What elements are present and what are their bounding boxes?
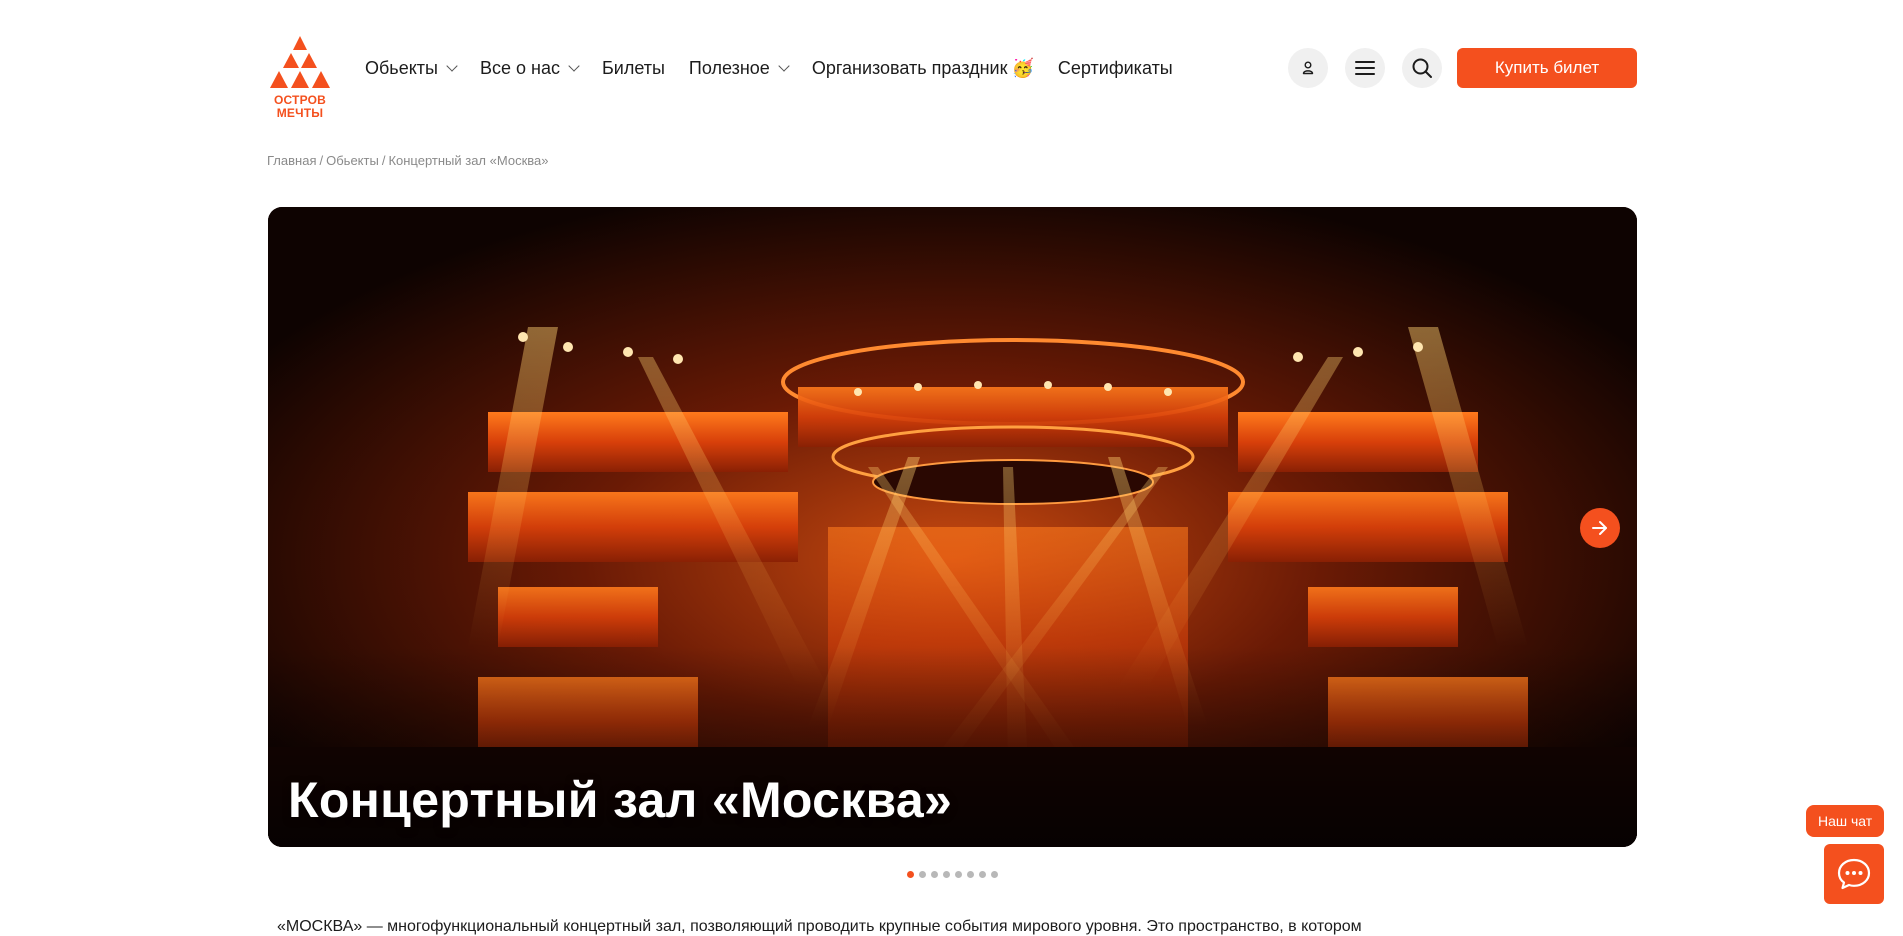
chevron-down-icon xyxy=(568,59,580,72)
triangles-logo-icon xyxy=(270,36,330,88)
menu-icon xyxy=(1355,61,1375,75)
buy-ticket-button[interactable]: Купить билет xyxy=(1457,48,1637,88)
chevron-down-icon xyxy=(446,59,458,72)
party-face-icon: 🥳 xyxy=(1011,57,1034,78)
breadcrumb-separator: / xyxy=(381,153,386,168)
slider-dot-7[interactable] xyxy=(979,871,986,878)
logo-text-line2: МЕЧТЫ xyxy=(276,106,324,120)
slider-dots xyxy=(907,871,998,878)
search-icon xyxy=(1412,58,1432,78)
slider-dot-6[interactable] xyxy=(967,871,974,878)
nav-item-label: Билеты xyxy=(601,57,665,78)
nav-item-about[interactable]: Все о нас xyxy=(479,57,580,79)
nav-item-label: Все о нас xyxy=(479,57,560,78)
slider-dot-4[interactable] xyxy=(943,871,950,878)
intro-text: «МОСКВА» — многофункциональный концертны… xyxy=(277,918,1362,935)
search-button[interactable] xyxy=(1402,48,1442,88)
menu-button[interactable] xyxy=(1345,48,1385,88)
chat-label[interactable]: Наш чат xyxy=(1806,805,1885,837)
chat-bubble-icon xyxy=(1837,858,1871,890)
concert-stage-image xyxy=(268,207,1637,847)
nav-item-objects[interactable]: Обьекты xyxy=(365,57,458,79)
nav-item-label: Организовать праздник xyxy=(811,57,1008,78)
breadcrumb: Главная / Обьекты / Концертный зал «Москва» xyxy=(267,153,548,168)
nav-item-useful[interactable]: Полезное xyxy=(688,57,790,79)
arrow-right-icon xyxy=(1592,521,1607,535)
chevron-down-icon xyxy=(778,59,790,72)
slider-dot-5[interactable] xyxy=(955,871,962,878)
site-logo[interactable]: ОСТРОВ МЕЧТЫ xyxy=(266,34,334,120)
breadcrumb-home[interactable]: Главная xyxy=(267,153,316,168)
slider-dot-3[interactable] xyxy=(931,871,938,878)
slider-dot-8[interactable] xyxy=(991,871,998,878)
nav-item-organize-party[interactable]: Организовать праздник 🥳 xyxy=(812,58,1034,79)
user-icon xyxy=(1302,61,1314,75)
main-nav: Обьекты Все о нас Билеты Полезное Органи… xyxy=(365,54,1197,82)
nav-item-certificates[interactable]: Сертификаты xyxy=(1058,58,1173,79)
nav-item-label: Полезное xyxy=(688,57,770,78)
slider-next-button[interactable] xyxy=(1580,508,1620,548)
nav-item-tickets[interactable]: Билеты xyxy=(602,58,665,79)
hero-slider: Концертный зал «Москва» xyxy=(268,207,1637,847)
breadcrumb-objects[interactable]: Обьекты xyxy=(326,153,379,168)
breadcrumb-current: Концертный зал «Москва» xyxy=(388,153,549,168)
slider-dot-2[interactable] xyxy=(919,871,926,878)
nav-item-label: Обьекты xyxy=(365,57,438,78)
profile-button[interactable] xyxy=(1288,48,1328,88)
slider-dot-1[interactable] xyxy=(907,871,914,878)
chat-button[interactable] xyxy=(1824,844,1884,904)
hero-title: Концертный зал «Москва» xyxy=(288,772,953,828)
logo-text: ОСТРОВ МЕЧТЫ xyxy=(266,94,334,120)
nav-item-label: Сертификаты xyxy=(1057,57,1173,78)
breadcrumb-separator: / xyxy=(319,153,324,168)
